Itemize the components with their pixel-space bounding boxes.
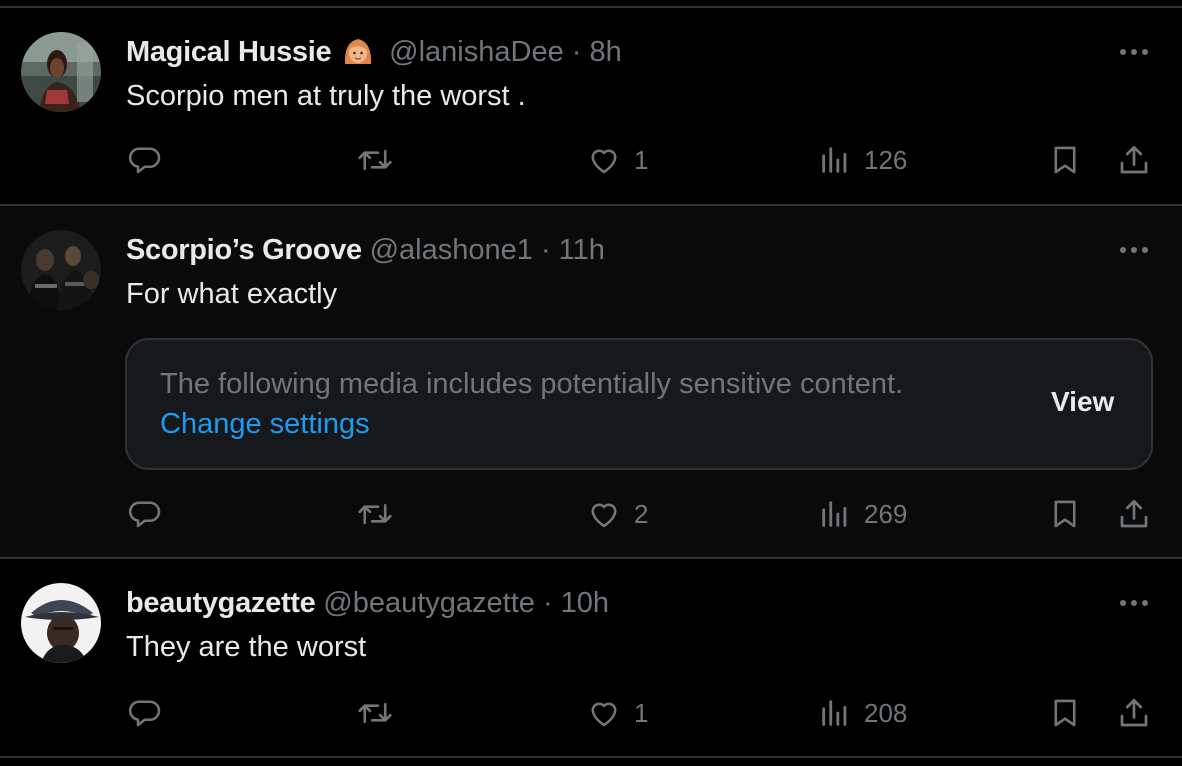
views-icon (822, 700, 847, 726)
separator: · (540, 234, 559, 266)
separator: · (571, 36, 590, 68)
tweet[interactable]: Scorpio’s Groove @alashone1 · 11h For wh… (0, 206, 1182, 557)
more-icon[interactable] (1116, 44, 1152, 60)
more-icon[interactable] (1116, 242, 1152, 258)
handle[interactable]: @alashone1 (370, 234, 533, 266)
tweet-text: They are the worst (126, 631, 367, 663)
like-count: 2 (634, 498, 649, 529)
like-count: 1 (634, 144, 649, 175)
avatar[interactable] (21, 230, 101, 310)
tweet[interactable]: beautygazette @beautygazette · 10h They … (0, 559, 1182, 756)
timestamp[interactable]: 11h (559, 234, 605, 266)
reply-button[interactable] (126, 695, 162, 731)
like-button[interactable]: 1 (586, 142, 648, 178)
display-name[interactable]: beautygazette (126, 587, 323, 619)
like-button[interactable]: 2 (586, 496, 648, 532)
more-icon[interactable] (1116, 595, 1152, 611)
display-name[interactable]: Magical Hussie (126, 36, 339, 68)
avatar[interactable] (21, 583, 101, 663)
sensitive-media-message: The following media includes potentially… (160, 368, 904, 400)
woman-emoji-icon (341, 34, 375, 68)
views-button[interactable]: 269 (818, 496, 907, 532)
views-button[interactable]: 208 (818, 695, 907, 731)
display-name[interactable]: Scorpio’s Groove (126, 234, 370, 266)
tweet-text: Scorpio men at truly the worst . (126, 80, 526, 112)
views-icon (822, 501, 847, 527)
tweet-header: Magical Hussie @lanishaDee · 8h (126, 34, 622, 70)
heart-icon (591, 702, 617, 727)
tweet-header: Scorpio’s Groove @alashone1 · 11h (126, 232, 605, 268)
like-button[interactable]: 1 (586, 695, 648, 731)
timestamp[interactable]: 10h (561, 587, 609, 619)
reply-icon (128, 700, 161, 727)
views-icon (822, 147, 847, 173)
bookmark-icon (1054, 699, 1076, 727)
change-settings-link[interactable]: Change settings (160, 406, 370, 442)
retweet-button[interactable] (356, 142, 394, 178)
views-button[interactable]: 126 (818, 142, 907, 178)
sensitive-media-card: The following media includes potentially… (125, 338, 1153, 470)
share-button[interactable] (1116, 496, 1152, 532)
reply-button[interactable] (126, 496, 162, 532)
bookmark-button[interactable] (1048, 496, 1082, 532)
separator: · (542, 587, 561, 619)
retweet-icon (358, 149, 392, 171)
share-icon (1120, 499, 1148, 528)
view-count: 269 (864, 498, 908, 529)
retweet-button[interactable] (356, 695, 394, 731)
reply-button[interactable] (126, 142, 162, 178)
heart-icon (591, 503, 617, 528)
retweet-button[interactable] (356, 496, 394, 532)
share-icon (1120, 145, 1148, 174)
tweet[interactable]: Magical Hussie @lanishaDee · 8h Scorpio … (0, 8, 1182, 204)
share-button[interactable] (1116, 695, 1152, 731)
share-button[interactable] (1116, 142, 1152, 178)
tweet-text: For what exactly (126, 278, 338, 310)
handle[interactable]: @lanishaDee (389, 36, 564, 68)
like-count: 1 (634, 697, 649, 728)
bookmark-button[interactable] (1048, 695, 1082, 731)
heart-icon (591, 149, 617, 174)
reply-icon (128, 501, 161, 528)
avatar[interactable] (21, 32, 101, 112)
tweet-header: beautygazette @beautygazette · 10h (126, 585, 609, 621)
bookmark-icon (1054, 146, 1076, 174)
retweet-icon (358, 702, 392, 724)
view-count: 126 (864, 144, 908, 175)
handle[interactable]: @beautygazette (323, 587, 535, 619)
bookmark-icon (1054, 500, 1076, 528)
view-button[interactable]: View (1051, 386, 1114, 418)
retweet-icon (358, 503, 392, 525)
bookmark-button[interactable] (1048, 142, 1082, 178)
reply-icon (128, 147, 161, 174)
timestamp[interactable]: 8h (589, 36, 621, 68)
share-icon (1120, 698, 1148, 727)
view-count: 208 (864, 697, 908, 728)
divider (0, 756, 1182, 758)
